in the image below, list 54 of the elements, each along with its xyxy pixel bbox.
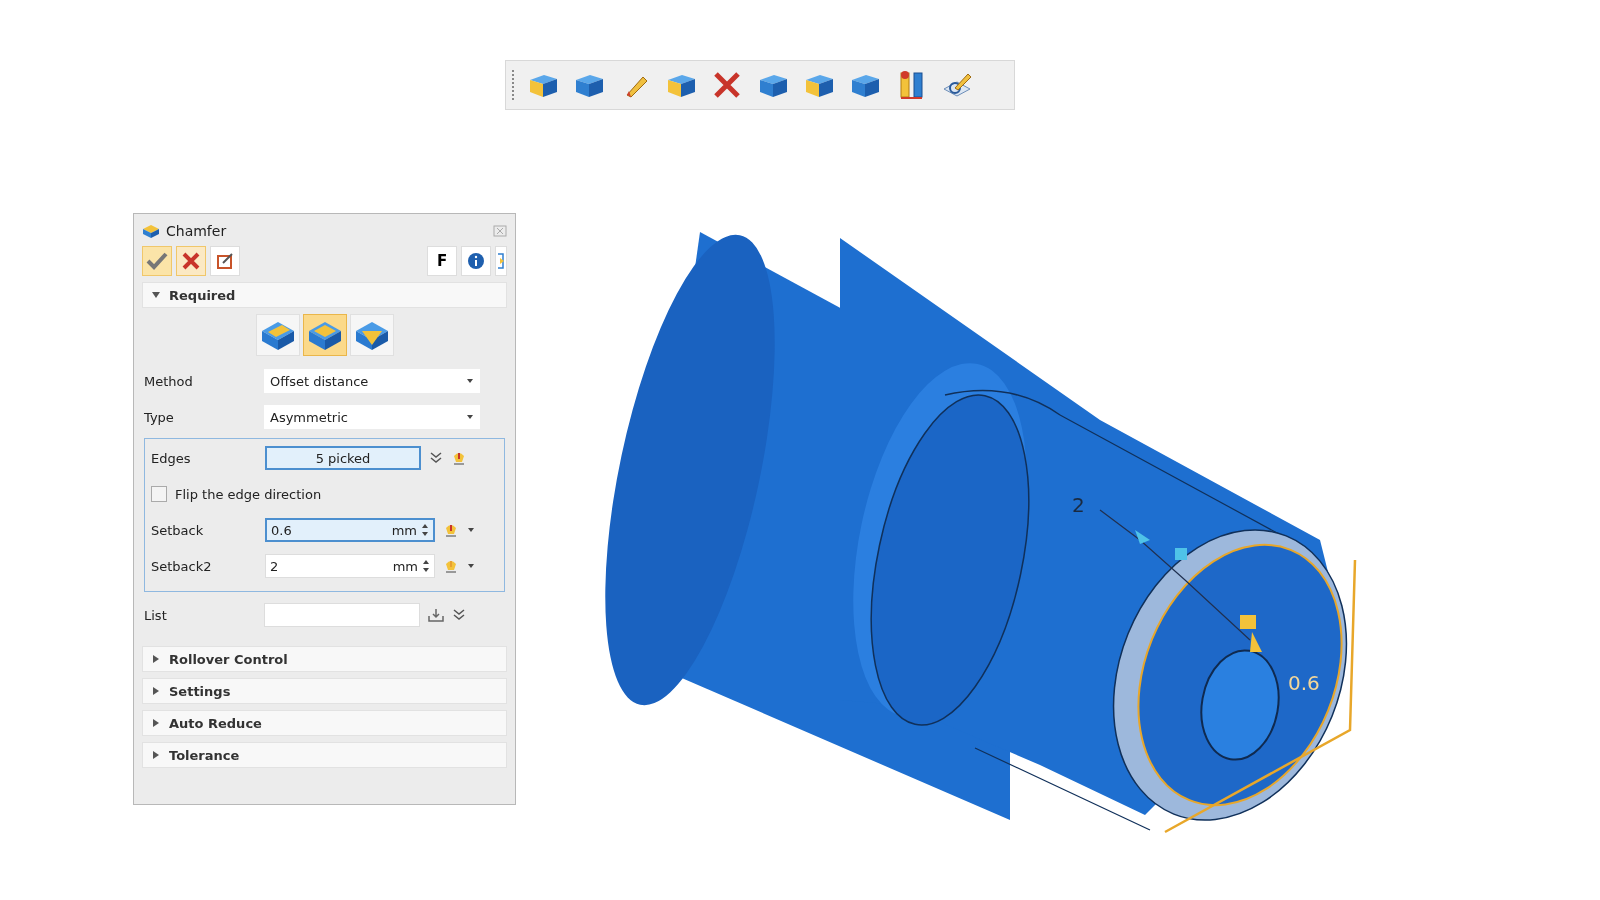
spinner-arrows-icon[interactable]: [422, 559, 430, 573]
dropdown-arrow-icon[interactable]: [467, 527, 475, 533]
collapsed-triangle-icon: [151, 718, 161, 728]
field-label: Method: [144, 373, 194, 389]
section-header[interactable]: Settings: [142, 678, 507, 704]
edges-field[interactable]: 5 picked: [265, 446, 421, 470]
collapsed-triangle-icon: [151, 686, 161, 696]
list-field[interactable]: [264, 603, 420, 627]
cross-icon: [181, 251, 201, 271]
double-chevron-icon[interactable]: [429, 451, 443, 465]
bracket-icon: [497, 252, 505, 270]
flip-checkbox[interactable]: [151, 486, 167, 502]
collapsed-triangle-icon: [151, 654, 161, 664]
more-button[interactable]: [495, 246, 507, 276]
info-button[interactable]: [461, 246, 491, 276]
field-label: List: [144, 607, 168, 623]
section-header[interactable]: Tolerance: [142, 742, 507, 768]
section-header[interactable]: Required: [142, 282, 507, 308]
cancel-button[interactable]: [176, 246, 206, 276]
dimension-label: 0.6: [1288, 671, 1320, 695]
import-icon[interactable]: [428, 608, 444, 622]
apply-button[interactable]: [210, 246, 240, 276]
collapsed-triangle-icon: [151, 750, 161, 760]
check-icon: [146, 251, 168, 271]
field-label: Edges: [151, 450, 192, 466]
dropdown-arrow-icon: [466, 414, 474, 420]
setback-field[interactable]: 0.6 mm: [265, 518, 435, 542]
edit-box-icon: [215, 251, 235, 271]
spinner-arrows-icon[interactable]: [421, 523, 429, 537]
chamfer-type-button[interactable]: [349, 314, 394, 356]
method-dropdown[interactable]: Offset distance: [264, 369, 480, 393]
f-button[interactable]: F: [427, 246, 457, 276]
chamfer-type-button[interactable]: [255, 314, 300, 356]
dropdown-arrow-icon[interactable]: [467, 563, 475, 569]
info-icon: [467, 252, 485, 270]
type-dropdown[interactable]: Asymmetric: [264, 405, 480, 429]
setback-field[interactable]: 2 mm: [265, 554, 435, 578]
double-chevron-icon[interactable]: [452, 608, 466, 622]
toolbar-grip[interactable]: [512, 70, 517, 100]
chamfer-icon: [142, 223, 160, 239]
ok-button[interactable]: [142, 246, 172, 276]
dropdown-arrow-icon: [466, 378, 474, 384]
dialog-title: Chamfer: [166, 223, 227, 239]
field-label: Setback2: [151, 558, 213, 574]
section-header[interactable]: Rollover Control: [142, 646, 507, 672]
measure-icon[interactable]: [443, 522, 459, 538]
checkbox-label: Flip the edge direction: [175, 486, 322, 502]
field-label: Type: [144, 409, 175, 425]
chamfer-type-button[interactable]: [302, 314, 347, 356]
pick-icon[interactable]: [451, 450, 467, 466]
field-label: Setback: [151, 522, 205, 538]
section-header[interactable]: Auto Reduce: [142, 710, 507, 736]
dimension-label: 2: [1072, 493, 1085, 517]
expanded-triangle-icon: [151, 290, 161, 300]
